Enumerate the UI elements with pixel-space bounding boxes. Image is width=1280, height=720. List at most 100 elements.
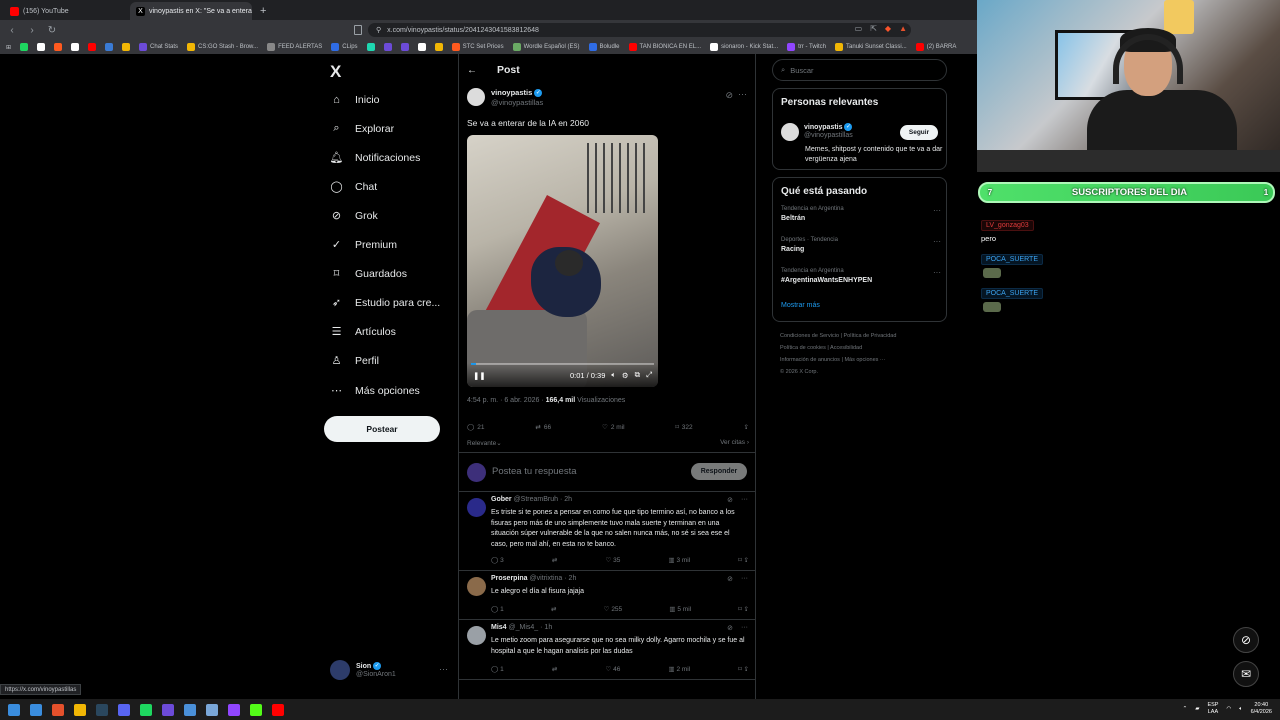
nav-item-notificaciones[interactable]: 🔔︎ Notificaciones <box>330 151 421 165</box>
account-switcher[interactable]: Sion ✓ @SionAron1 ··· <box>330 660 448 680</box>
taskbar-app-icon[interactable] <box>140 703 152 716</box>
share-icon[interactable]: ⇪ <box>744 606 749 613</box>
author-handle[interactable]: @vinoypastillas <box>491 98 543 107</box>
search-input[interactable]: ⌕ Buscar <box>772 59 947 81</box>
bookmark-item[interactable] <box>434 43 443 51</box>
more-options-icon[interactable]: ··· <box>741 575 748 583</box>
show-more-link[interactable]: Mostrar más <box>781 302 820 309</box>
grok-explain-icon[interactable]: ⊘ <box>727 575 733 583</box>
x-logo-icon[interactable]: X <box>330 62 341 82</box>
heart-action[interactable]: ♡ 46 <box>605 665 620 673</box>
taskbar-app-icon[interactable] <box>118 703 130 716</box>
reply-action[interactable]: ◯ 21 <box>467 423 485 432</box>
avatar[interactable] <box>781 123 799 141</box>
footer-link[interactable]: © 2026 X Corp. <box>780 369 818 375</box>
reply-author-name[interactable]: Mis4 <box>491 624 507 631</box>
avatar[interactable] <box>467 88 485 106</box>
brave-shield-icon[interactable]: ◆ <box>885 24 891 33</box>
windows-start-icon[interactable] <box>8 703 20 716</box>
more-options-icon[interactable]: ··· <box>741 624 748 632</box>
bookmark-item[interactable]: TAN BIONICA EN EL... <box>628 43 701 51</box>
brave-rewards-icon[interactable]: ▲ <box>899 24 907 33</box>
reply-time[interactable]: 1h <box>544 624 552 631</box>
post-date[interactable]: 4:54 p. m. · 6 abr. 2026 · <box>467 397 546 404</box>
reply-author-name[interactable]: Gober <box>491 496 512 503</box>
bookmark-item[interactable]: Boludle <box>588 43 620 51</box>
fullscreen-icon[interactable]: ⤢ <box>646 370 652 380</box>
chevron-up-icon[interactable]: ⌃ <box>1183 706 1188 712</box>
follow-button[interactable]: Seguir <box>900 125 938 140</box>
nav-item-perfil[interactable]: ♙ Perfil <box>330 354 379 368</box>
messages-float-icon[interactable]: ✉ <box>1233 661 1259 687</box>
language-indicator[interactable]: ESP LAA <box>1207 702 1218 716</box>
bookmark-item[interactable] <box>105 43 114 51</box>
taskbar-app-icon[interactable] <box>30 703 42 716</box>
repost-action[interactable]: ⇄ <box>551 605 556 613</box>
nav-item-estudio-para-cre[interactable]: ➶ Estudio para cre... <box>330 296 440 310</box>
reply-author-handle[interactable]: @StreamBruh <box>514 496 558 503</box>
post-author[interactable]: vinoypastis ✓ @vinoypastillas <box>467 88 543 107</box>
avatar[interactable] <box>467 498 486 517</box>
grok-explain-icon[interactable]: ⊘ <box>725 90 733 101</box>
site-settings-icon[interactable]: ⚲ <box>376 26 381 34</box>
pause-icon[interactable]: ❚❚ <box>473 371 486 380</box>
more-options-icon[interactable]: ··· <box>933 206 941 215</box>
bookmark-item[interactable] <box>122 43 131 51</box>
taskbar-app-icon[interactable] <box>272 703 284 716</box>
reply-button[interactable]: Responder <box>691 463 747 480</box>
footer-link[interactable]: Política de Privacidad <box>844 333 897 339</box>
back-icon[interactable]: ‹ <box>6 25 18 36</box>
footer-link[interactable]: Condiciones de Servicio <box>780 333 839 339</box>
more-options-icon[interactable]: ··· <box>933 268 941 277</box>
reply-author-handle[interactable]: @_Mis4_ <box>509 624 539 631</box>
footer-link[interactable]: Accesibilidad <box>830 345 862 351</box>
trend-item[interactable]: Tendencia en Argentina Beltrán ··· <box>781 206 941 222</box>
views-action[interactable]: ▥ 3 mil <box>669 556 691 564</box>
nav-item-chat[interactable]: ◯ Chat <box>330 180 377 194</box>
relevant-person[interactable]: vinoypastis ✓ @vinoypastillas Memes, shi… <box>781 123 942 163</box>
grok-explain-icon[interactable]: ⊘ <box>727 624 733 632</box>
apps-grid-icon[interactable]: ⊞ <box>6 44 11 51</box>
bookmark-item[interactable] <box>37 43 46 51</box>
like-action[interactable]: ♡ 2 mil <box>602 423 625 432</box>
taskbar-app-icon[interactable] <box>74 703 86 716</box>
footer-link[interactable]: Política de cookies <box>780 345 826 351</box>
wifi-icon[interactable]: ◠ <box>1226 706 1231 712</box>
more-options-icon[interactable]: ··· <box>933 237 941 246</box>
more-options-icon[interactable]: ··· <box>738 89 747 99</box>
network-icon[interactable]: ▰ <box>1195 706 1199 712</box>
bookmark-item[interactable] <box>383 43 392 51</box>
share-icon[interactable]: ⇪ <box>744 666 749 673</box>
new-tab-button[interactable]: + <box>260 5 266 17</box>
bookmark-item[interactable]: (2) BARRA <box>915 43 956 51</box>
reply-author-name[interactable]: Proserpina <box>491 575 528 582</box>
reply-item[interactable]: Gober @StreamBruh · 2h ⊘ ··· Es triste si t… <box>459 492 756 571</box>
bookmark-item[interactable]: Tanuki Sunset Classi... <box>835 43 907 51</box>
nav-item-inicio[interactable]: ⌂ Inicio <box>330 93 379 106</box>
bookmark-item[interactable]: sionaron - Kick Stat... <box>710 43 778 51</box>
reply-time[interactable]: 2h <box>569 575 577 582</box>
bookmark-item[interactable]: Wordle Español (ES) <box>512 43 580 51</box>
taskbar-app-icon[interactable] <box>228 703 240 716</box>
reload-icon[interactable]: ↻ <box>46 25 58 36</box>
share-action[interactable]: ⇪ <box>744 423 749 431</box>
trend-item[interactable]: Deportes · Tendencia Racing ··· <box>781 237 941 253</box>
footer-link[interactable]: Más opciones ··· <box>844 357 885 363</box>
volume-icon[interactable]: 🔈︎ <box>1239 706 1242 713</box>
reply-item[interactable]: Mis4 @_Mis4_ · 1h ⊘ ··· Le metio zoom para … <box>459 620 756 680</box>
share-icon[interactable]: ⇱ <box>870 24 877 33</box>
grok-float-icon[interactable]: ⊘ <box>1233 627 1259 653</box>
author-name[interactable]: vinoypastis <box>491 88 532 97</box>
repost-action[interactable]: ⇄ 66 <box>535 423 551 432</box>
reply-item[interactable]: Proserpina @vitrixtina · 2h ⊘ ··· Le alegro… <box>459 571 756 620</box>
bookmark-item[interactable]: Chat Stats <box>139 43 178 51</box>
bookmark-action[interactable]: ⌑ 322 <box>675 423 692 432</box>
settings-icon[interactable]: ⚙︎ <box>622 371 629 380</box>
taskbar-app-icon[interactable] <box>184 703 196 716</box>
trend-item[interactable]: Tendencia en Argentina #ArgentinaWantsENH… <box>781 268 941 284</box>
repost-action[interactable]: ⇄ <box>552 665 557 673</box>
bookmark-item[interactable] <box>366 43 375 51</box>
taskbar-app-icon[interactable] <box>206 703 218 716</box>
reply-action[interactable]: ◯ 1 <box>491 665 504 673</box>
taskbar-app-icon[interactable] <box>250 703 262 716</box>
